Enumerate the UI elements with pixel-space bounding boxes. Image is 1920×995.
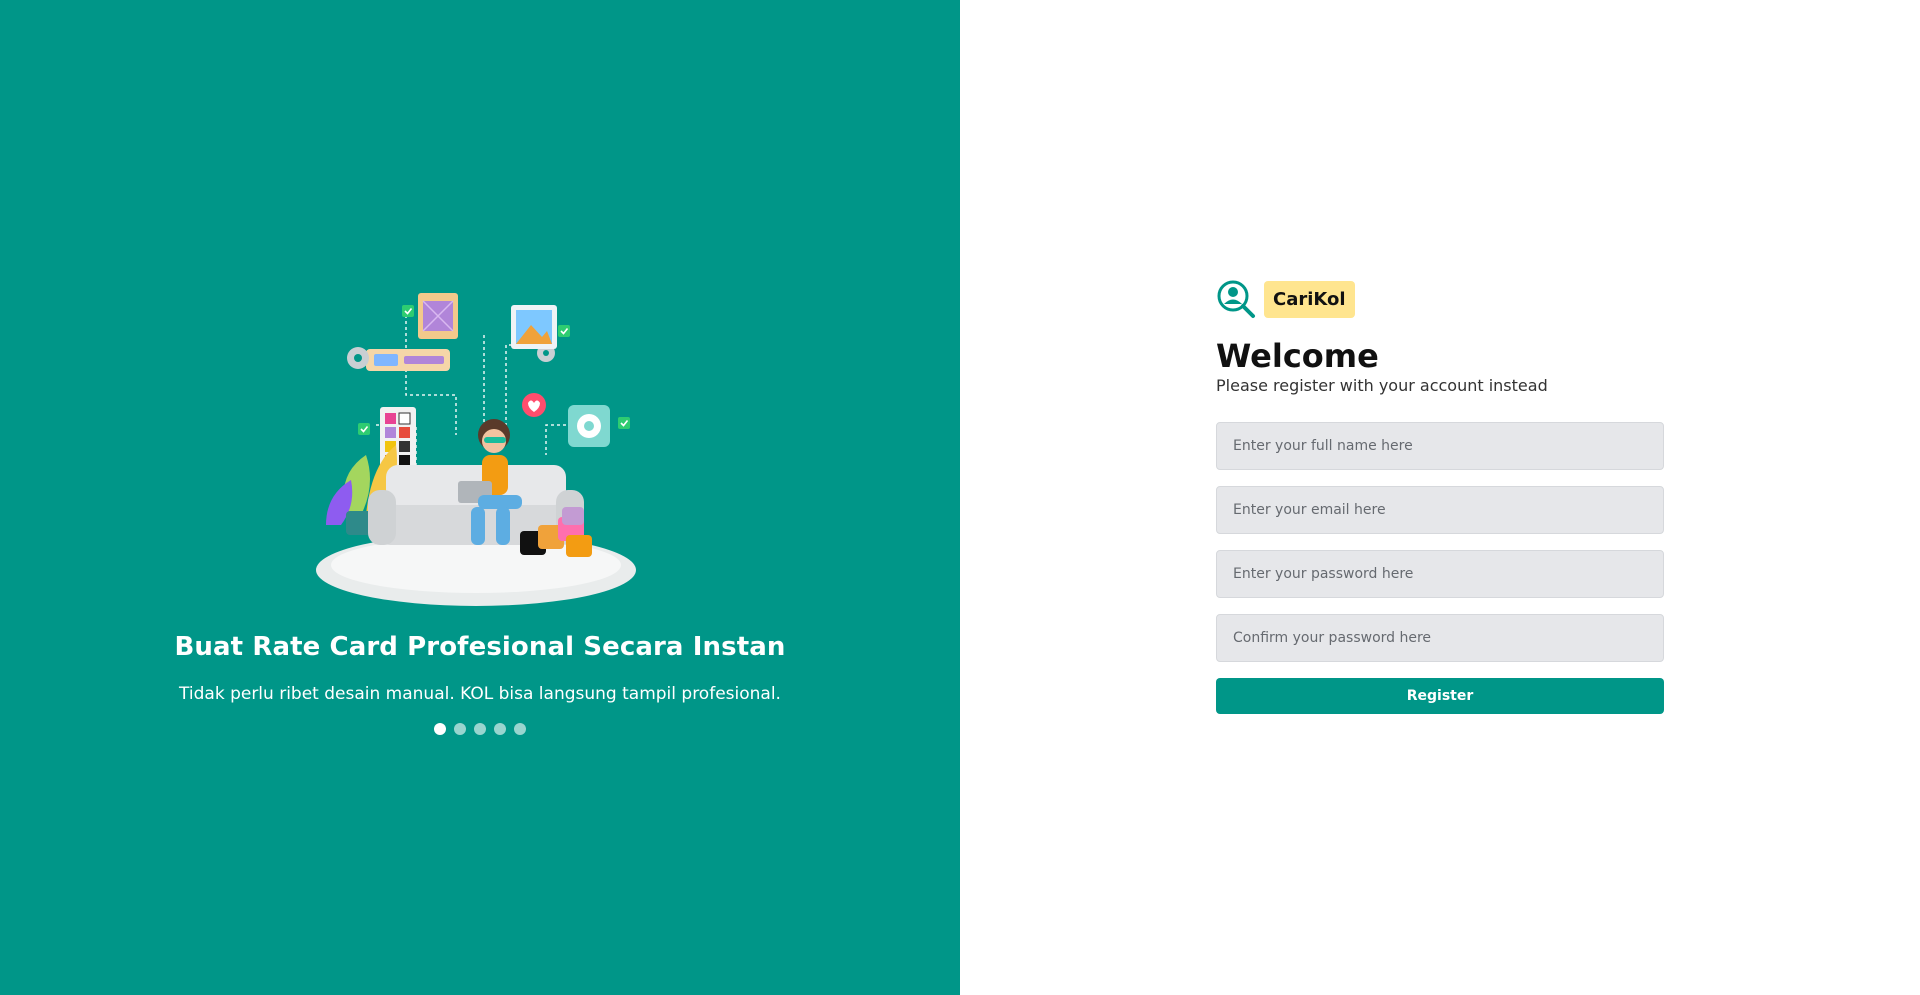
- carousel-dot-1[interactable]: [434, 723, 446, 735]
- register-page: Buat Rate Card Profesional Secara Instan…: [0, 0, 1920, 995]
- carousel-dots: [0, 723, 960, 735]
- page-title: Welcome: [1216, 337, 1379, 375]
- brand-name: CariKol: [1264, 280, 1355, 318]
- carousel-dot-3[interactable]: [474, 723, 486, 735]
- fullname-input[interactable]: [1216, 422, 1664, 470]
- carousel-dot-2[interactable]: [454, 723, 466, 735]
- carousel-title: Buat Rate Card Profesional Secara Instan: [174, 632, 786, 662]
- register-form: CariKol Welcome Please register with you…: [1216, 278, 1664, 714]
- form-fields: Register: [1216, 422, 1664, 714]
- carousel-dot-5[interactable]: [514, 723, 526, 735]
- carousel-description: Tidak perlu ribet desain manual. KOL bis…: [179, 684, 781, 704]
- email-input[interactable]: [1216, 486, 1664, 534]
- register-button[interactable]: Register: [1216, 678, 1664, 714]
- creator-illustration: [316, 293, 636, 606]
- carousel-dot-4[interactable]: [494, 723, 506, 735]
- confirm-password-input[interactable]: [1216, 614, 1664, 662]
- user-search-icon: [1217, 280, 1255, 318]
- password-input[interactable]: [1216, 550, 1664, 598]
- register-panel: CariKol Welcome Please register with you…: [960, 0, 1920, 995]
- page-subtitle: Please register with your account instea…: [1216, 376, 1548, 395]
- onboarding-carousel: Buat Rate Card Profesional Secara Instan…: [0, 0, 960, 995]
- brand: CariKol: [1216, 278, 1664, 320]
